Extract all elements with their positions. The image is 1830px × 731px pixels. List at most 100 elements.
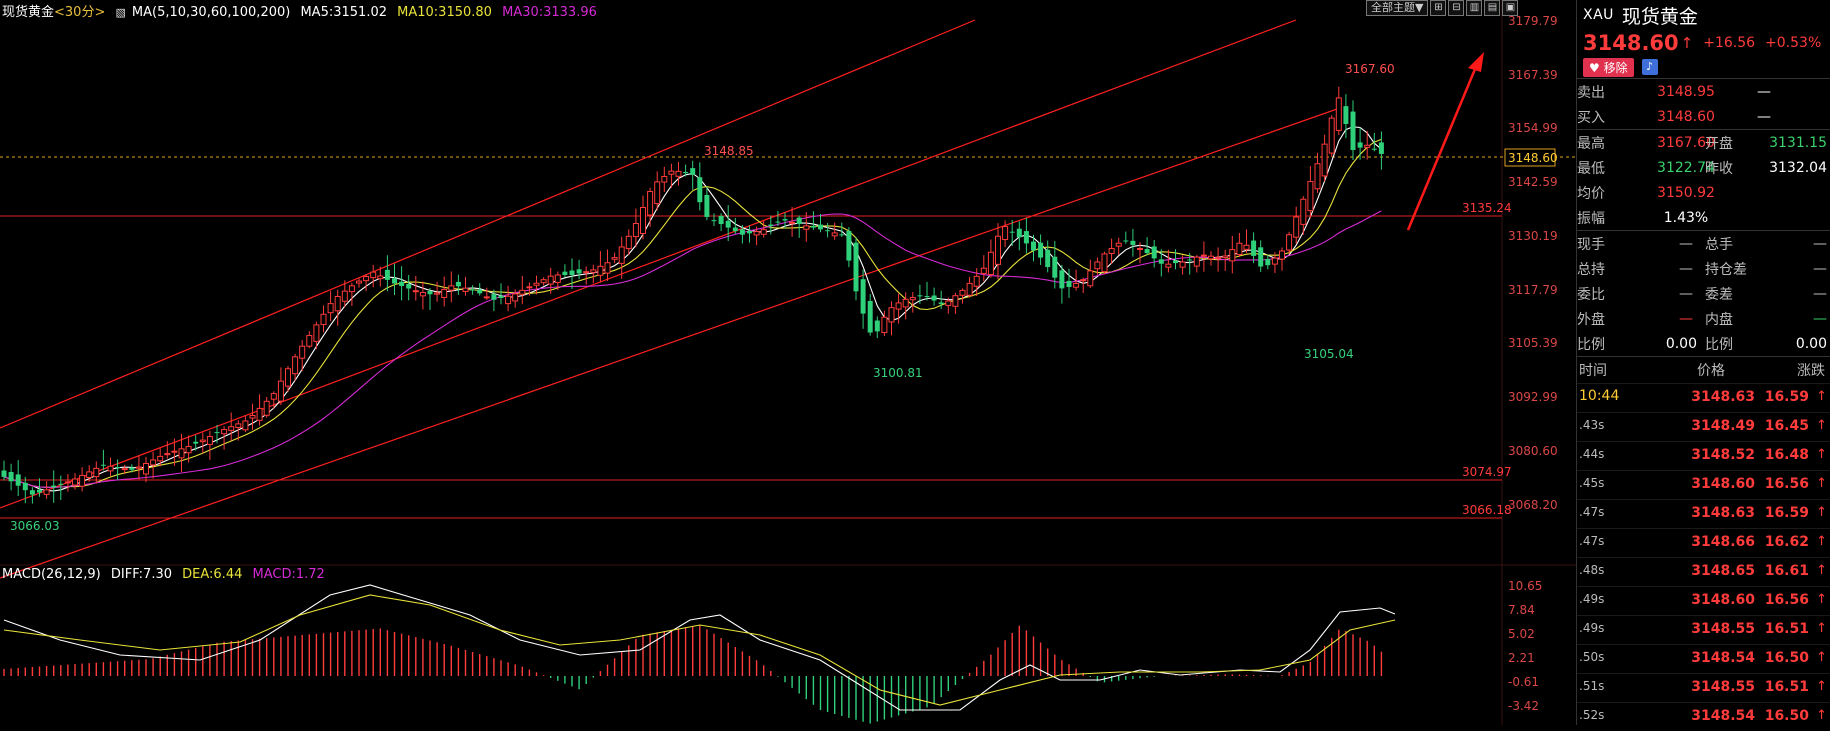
candle-body bbox=[1052, 256, 1058, 278]
buy-label: 买入 bbox=[1577, 109, 1605, 126]
candle-body bbox=[952, 295, 959, 307]
candle-body bbox=[1328, 117, 1335, 154]
tick-time: .44s bbox=[1579, 447, 1605, 461]
candle-body bbox=[256, 407, 263, 421]
up-arrow-icon: ↑ bbox=[1816, 534, 1827, 549]
candle-body bbox=[100, 464, 106, 466]
tick-time: .47s bbox=[1579, 505, 1605, 519]
chart-icon[interactable]: ▧ bbox=[115, 6, 125, 19]
candle-body bbox=[697, 177, 703, 203]
candle-body bbox=[277, 380, 284, 402]
candle-body bbox=[320, 313, 327, 326]
candle-body bbox=[498, 295, 504, 298]
ma-params: MA(5,10,30,60,100,200) bbox=[131, 5, 291, 20]
candle-body bbox=[839, 234, 845, 236]
remove-button[interactable]: ♥ 移除 bbox=[1583, 57, 1634, 77]
inner-label: 内盘 bbox=[1705, 311, 1733, 328]
candle-body bbox=[1321, 143, 1328, 177]
tick-list[interactable]: 10:44 3148.63 16.59 ↑ .43s 3148.49 16.45 ↑ .44s 3… bbox=[1577, 383, 1830, 731]
ticks-price-header: 价格 bbox=[1697, 363, 1725, 379]
candle-body bbox=[135, 466, 142, 469]
candle-body bbox=[150, 459, 157, 466]
open-value: 3131.15 bbox=[1769, 134, 1827, 151]
price-tick: 3068.20 bbox=[1508, 498, 1558, 512]
candle-body bbox=[618, 246, 625, 264]
candle-body bbox=[1364, 144, 1371, 148]
avg-label: 均价 bbox=[1577, 185, 1605, 202]
grid-icon[interactable]: ⊞ bbox=[1430, 0, 1447, 16]
candle-body bbox=[782, 219, 788, 221]
annotation-high: 3167.60 bbox=[1345, 62, 1395, 76]
price-tick: 3154.99 bbox=[1508, 121, 1558, 135]
chart-area[interactable]: 3179.79 3167.39 3154.99 3142.59 3130.19 … bbox=[0, 0, 1576, 725]
candle-body bbox=[455, 281, 461, 287]
candle-body bbox=[768, 224, 774, 227]
tick-price: 3148.60 bbox=[1691, 592, 1755, 608]
candle-body bbox=[1144, 249, 1150, 254]
candle-body bbox=[115, 467, 121, 469]
candle-body bbox=[562, 271, 568, 275]
candle-body bbox=[1208, 255, 1214, 260]
candle-body bbox=[370, 271, 377, 279]
candle-body bbox=[43, 489, 50, 495]
candle-body bbox=[1, 470, 7, 477]
candle-body bbox=[1130, 240, 1136, 245]
candle-body bbox=[995, 235, 1001, 265]
sell-value: 3148.95 bbox=[1657, 83, 1715, 100]
macd-tick: 10.65 bbox=[1508, 579, 1542, 593]
candle-body bbox=[178, 448, 185, 459]
period-label[interactable]: <30分> bbox=[54, 5, 105, 20]
tick-row: .52s 3148.54 16.50 ↑ bbox=[1577, 702, 1830, 731]
grid-icon[interactable]: ⊟ bbox=[1448, 0, 1465, 16]
candle-body bbox=[491, 294, 497, 300]
candle-body bbox=[483, 296, 490, 299]
ma30-value: MA30:3133.96 bbox=[502, 5, 597, 20]
tick-time: .45s bbox=[1579, 476, 1605, 490]
layout-icon[interactable]: ▥ bbox=[1466, 0, 1483, 16]
tick-price: 3148.65 bbox=[1691, 563, 1755, 579]
tick-price: 3148.55 bbox=[1691, 679, 1755, 695]
up-arrow-icon: ↑ bbox=[1816, 708, 1827, 723]
candle-body bbox=[725, 220, 731, 228]
candle-body bbox=[1258, 247, 1264, 267]
tick-time: .49s bbox=[1579, 621, 1605, 635]
macd-diff: DIFF:7.30 bbox=[110, 567, 172, 582]
up-arrow-icon: ↑ bbox=[1816, 447, 1827, 462]
candle-body bbox=[79, 474, 86, 487]
bell-icon[interactable]: ♪ bbox=[1641, 59, 1658, 75]
candlestick-chart[interactable]: 3179.79 3167.39 3154.99 3142.59 3130.19 … bbox=[0, 0, 1576, 725]
channel-lower bbox=[0, 107, 1341, 579]
candle-body bbox=[611, 257, 618, 260]
layout-icon[interactable]: ▤ bbox=[1484, 0, 1501, 16]
candle-body bbox=[93, 467, 100, 478]
candle-body bbox=[299, 345, 306, 359]
candle-body bbox=[917, 295, 923, 297]
pct2-value: 0.00 bbox=[1795, 335, 1827, 352]
candle-body bbox=[704, 194, 710, 217]
up-arrow-icon: ↑ bbox=[1816, 389, 1827, 404]
candle-body bbox=[1023, 231, 1029, 244]
price-tick: 3142.59 bbox=[1508, 175, 1558, 189]
macd-tick: -0.61 bbox=[1508, 675, 1539, 689]
theme-dropdown[interactable]: 全部主题▼ bbox=[1366, 0, 1429, 16]
candle-body bbox=[164, 453, 171, 456]
hold-diff-label: 持仓差 bbox=[1705, 261, 1747, 278]
total-hand-label: 总手 bbox=[1705, 236, 1733, 253]
candle-body bbox=[888, 307, 895, 323]
prev-close-label: 昨收 bbox=[1705, 160, 1733, 177]
layout-icon[interactable]: ▣ bbox=[1502, 0, 1519, 16]
tick-change: 16.59 bbox=[1764, 389, 1809, 405]
sell-extra: — bbox=[1757, 83, 1771, 100]
candle-body bbox=[576, 269, 582, 274]
candle-body bbox=[1215, 256, 1222, 259]
candle-body bbox=[356, 280, 362, 284]
candle-body bbox=[22, 482, 28, 491]
candle-body bbox=[129, 467, 135, 470]
tick-change: 16.56 bbox=[1764, 476, 1809, 492]
candle-body bbox=[1300, 198, 1307, 225]
candle-body bbox=[72, 478, 78, 486]
ma10-value: MA10:3150.80 bbox=[397, 5, 492, 20]
candle-body bbox=[29, 490, 35, 495]
candle-body bbox=[462, 287, 469, 293]
candle-body bbox=[1187, 259, 1193, 261]
